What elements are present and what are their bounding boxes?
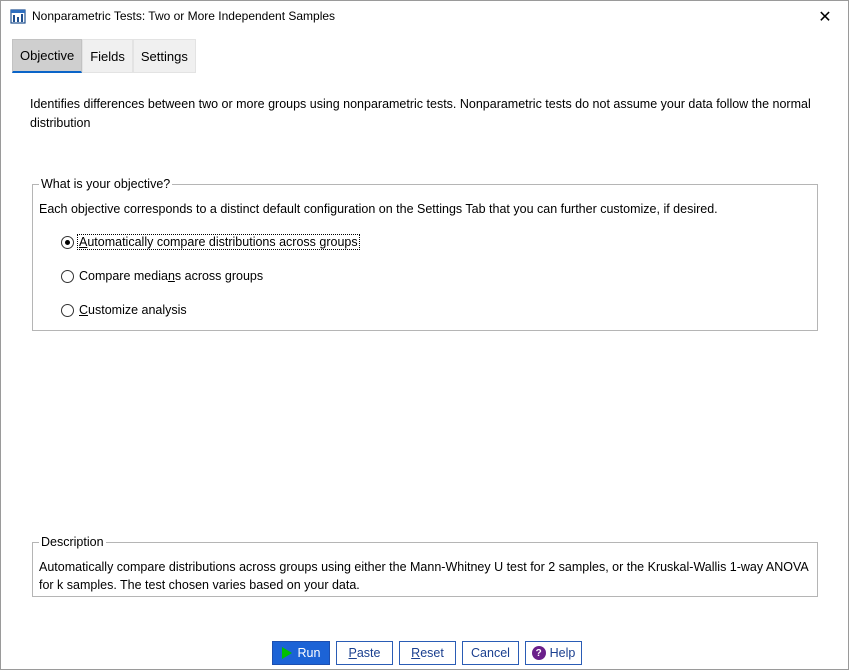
window-title: Nonparametric Tests: Two or More Indepen… xyxy=(32,9,336,23)
run-label: Run xyxy=(297,646,321,660)
title-bar: Nonparametric Tests: Two or More Indepen… xyxy=(1,1,848,32)
objective-legend: What is your objective? xyxy=(39,176,173,192)
tab-label: Settings xyxy=(140,48,188,64)
radio-auto-compare[interactable]: Automatically compare distributions acro… xyxy=(61,234,360,250)
help-icon: ? xyxy=(531,646,546,660)
reset-button[interactable]: Reset xyxy=(399,641,456,665)
radio-label: Compare medians across groups xyxy=(79,269,264,283)
radio-button-checked[interactable] xyxy=(61,235,74,249)
tab-settings[interactable]: Settings xyxy=(132,39,196,73)
close-icon: ✕ xyxy=(818,8,832,26)
play-icon xyxy=(281,647,292,659)
tab-fields[interactable]: Fields xyxy=(82,39,133,73)
description-text: Automatically compare distributions acro… xyxy=(39,560,809,592)
radio-button[interactable] xyxy=(61,303,74,317)
reset-label: Reset xyxy=(411,646,444,660)
tab-label: Fields xyxy=(90,48,125,64)
radio-button[interactable] xyxy=(61,269,74,283)
cancel-label: Cancel xyxy=(471,646,510,660)
paste-button[interactable]: Paste xyxy=(336,641,393,665)
spss-dialog-icon xyxy=(10,9,26,24)
description-legend: Description xyxy=(39,534,106,550)
radio-compare-medians[interactable]: Compare medians across groups xyxy=(61,269,264,283)
objective-group: What is your objective? Each objective c… xyxy=(32,176,818,331)
radio-label: Automatically compare distributions acro… xyxy=(77,234,360,250)
objective-description: Each objective corresponds to a distinct… xyxy=(39,202,718,216)
button-bar: Run Paste Reset Cancel ? Help xyxy=(272,641,588,665)
description-group: Description Automatically compare distri… xyxy=(32,534,818,597)
radio-customize-analysis[interactable]: Customize analysis xyxy=(61,303,188,317)
tab-bar: Objective Fields Settings xyxy=(12,39,196,73)
radio-label: Customize analysis xyxy=(79,303,187,317)
dialog-window: Nonparametric Tests: Two or More Indepen… xyxy=(0,0,849,670)
run-button[interactable]: Run xyxy=(272,641,330,665)
help-label: Help xyxy=(549,646,576,660)
intro-text: Identifies differences between two or mo… xyxy=(30,97,811,130)
tab-label: Objective xyxy=(20,48,75,63)
close-button[interactable]: ✕ xyxy=(802,1,848,32)
tab-objective[interactable]: Objective xyxy=(12,39,83,73)
help-button[interactable]: ? Help xyxy=(525,641,582,665)
paste-label: Paste xyxy=(348,646,381,660)
cancel-button[interactable]: Cancel xyxy=(462,641,519,665)
